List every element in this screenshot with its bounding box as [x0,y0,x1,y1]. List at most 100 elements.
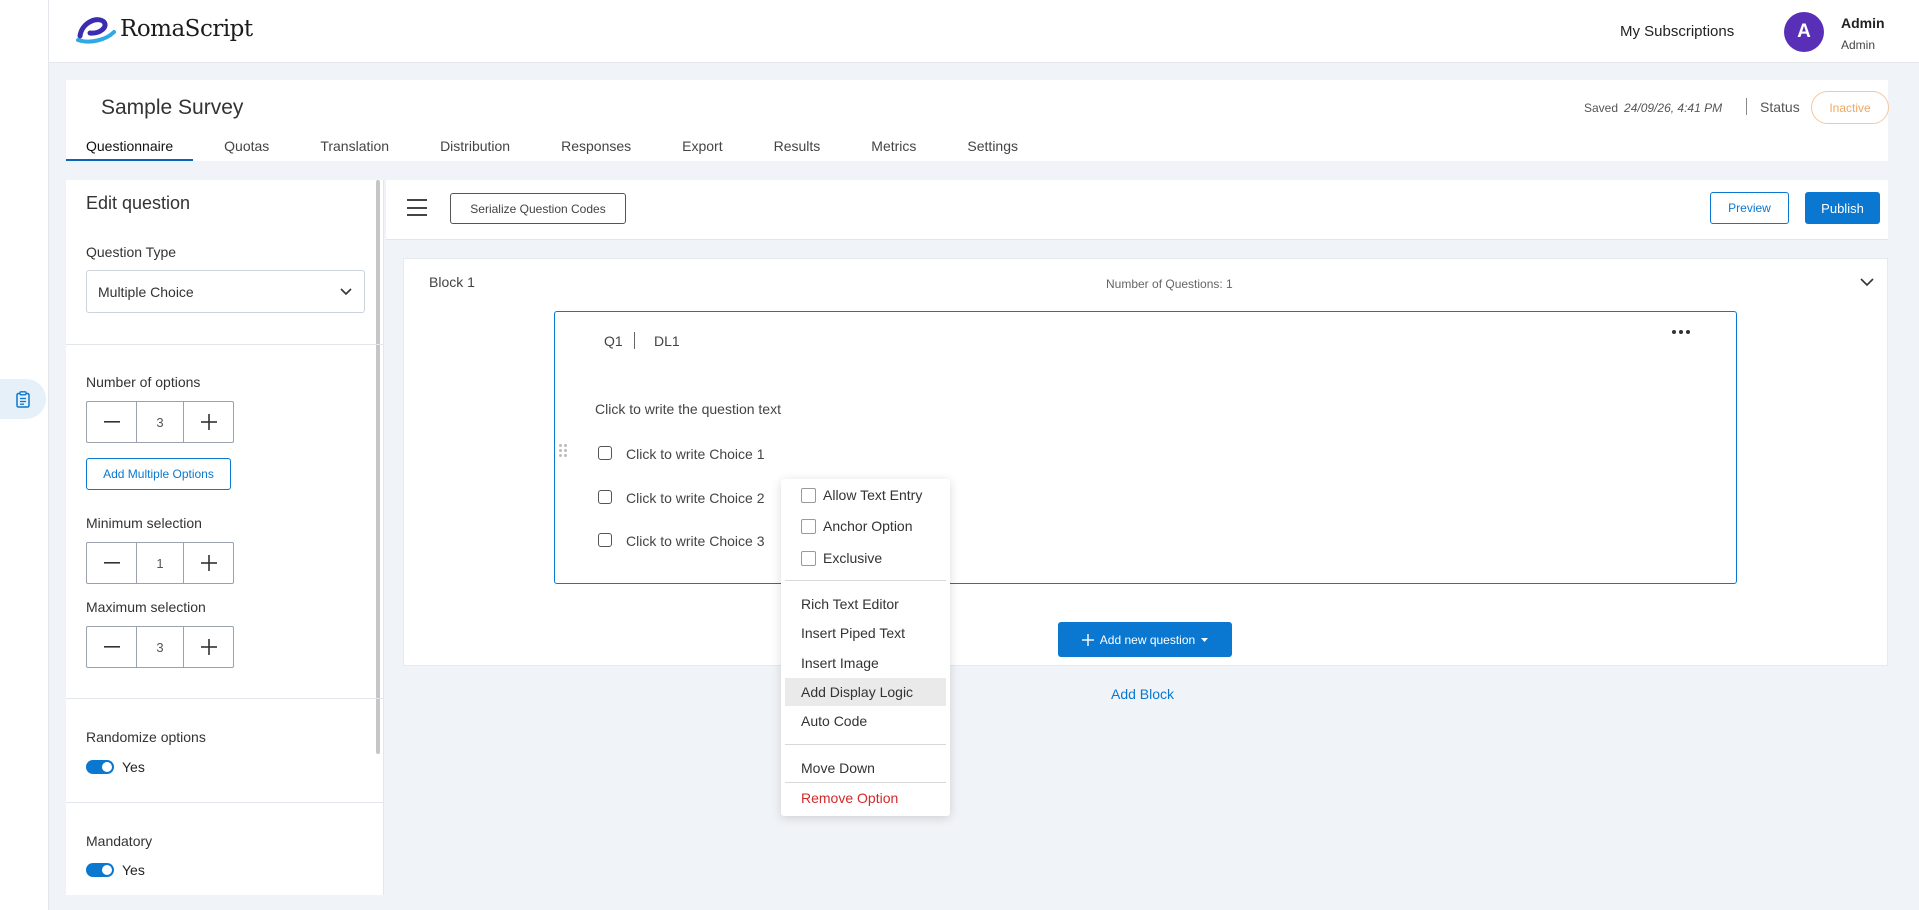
question-text[interactable]: Click to write the question text [595,401,781,417]
clipboard-icon [16,390,30,408]
minus-icon [103,421,120,423]
choice-checkbox[interactable] [598,533,612,547]
plus-icon [200,414,217,430]
question-type-select[interactable]: Multiple Choice [86,270,365,313]
saved-status: Saved 24/09/26, 4:41 PM [1584,101,1722,115]
choice-3[interactable]: Click to write Choice 3 [626,533,765,549]
drag-handle-icon[interactable] [559,444,567,457]
exclusive-label[interactable]: Exclusive [823,550,882,566]
tab-results[interactable]: Results [743,134,841,161]
saved-time: 24/09/26, 4:41 PM [1624,101,1723,115]
menu-divider [785,782,946,783]
choice-2[interactable]: Click to write Choice 2 [626,490,765,506]
minus-icon [103,562,120,564]
saved-label: Saved [1584,101,1619,115]
logo-text: RomaScript [120,16,253,42]
question-type-value: Multiple Choice [98,283,194,300]
questionnaire-rail-button[interactable] [0,379,46,419]
allow-text-entry-checkbox[interactable] [801,488,816,503]
status-badge[interactable]: Inactive [1811,91,1889,124]
mandatory-value: Yes [122,862,145,878]
num-options-value[interactable]: 3 [136,402,184,442]
my-subscriptions-link[interactable]: My Subscriptions [1620,23,1734,40]
logo[interactable]: RomaScript [76,14,253,44]
menu-item-add-display-logic[interactable]: Add Display Logic [801,684,913,700]
tab-questionnaire[interactable]: Questionnaire [66,134,194,161]
randomize-toggle[interactable] [86,760,114,774]
divider [1746,98,1747,115]
serialize-question-codes-button[interactable]: Serialize Question Codes [450,193,626,224]
chevron-down-icon [1860,278,1874,287]
publish-button[interactable]: Publish [1805,192,1880,224]
menu-item-auto-code[interactable]: Auto Code [801,713,867,729]
question-id[interactable]: Q1 [604,333,623,349]
menu-icon[interactable] [407,199,427,216]
minus-icon [103,646,120,648]
decrement-button[interactable] [87,543,136,583]
mandatory-label: Mandatory [86,833,153,849]
exclusive-checkbox[interactable] [801,551,816,566]
anchor-option-checkbox[interactable] [801,519,816,534]
menu-divider [785,744,946,745]
choice-1[interactable]: Click to write Choice 1 [626,446,765,462]
divider [634,332,635,349]
num-options-stepper: 3 [86,401,234,443]
divider [66,802,384,803]
increment-button[interactable] [184,543,233,583]
tab-export[interactable]: Export [651,134,742,161]
tab-translation[interactable]: Translation [289,134,409,161]
choice-checkbox[interactable] [598,446,612,460]
mandatory-toggle[interactable] [86,863,114,877]
min-selection-stepper: 1 [86,542,234,584]
menu-item-remove-option[interactable]: Remove Option [801,790,898,806]
add-multiple-options-button[interactable]: Add Multiple Options [86,458,231,490]
increment-button[interactable] [184,402,233,442]
menu-item-insert-image[interactable]: Insert Image [801,655,879,671]
increment-button[interactable] [184,627,233,667]
avatar[interactable]: A [1784,12,1824,52]
tab-responses[interactable]: Responses [530,134,651,161]
tab-metrics[interactable]: Metrics [840,134,936,161]
max-selection-stepper: 3 [86,626,234,668]
menu-item-rich-text-editor[interactable]: Rich Text Editor [801,596,899,612]
plus-icon [200,639,217,655]
min-selection-value[interactable]: 1 [136,543,184,583]
add-new-question-button[interactable]: Add new question [1058,622,1232,657]
user-name: Admin [1841,15,1885,31]
status-label: Status [1760,99,1800,115]
max-selection-label: Maximum selection [86,599,206,615]
more-options-icon[interactable] [1672,330,1690,334]
allow-text-entry-label[interactable]: Allow Text Entry [823,487,922,503]
user-role: Admin [1841,38,1876,52]
choice-checkbox[interactable] [598,490,612,504]
decrement-button[interactable] [87,402,136,442]
divider [66,698,384,699]
survey-tabs: Questionnaire Quotas Translation Distrib… [66,134,1038,161]
add-new-question-label: Add new question [1099,632,1196,647]
num-options-label: Number of options [86,374,201,390]
tab-settings[interactable]: Settings [936,134,1038,161]
tab-distribution[interactable]: Distribution [409,134,530,161]
tab-quotas[interactable]: Quotas [193,134,289,161]
menu-divider [785,580,946,581]
anchor-option-label[interactable]: Anchor Option [823,518,913,534]
max-selection-value[interactable]: 3 [136,627,184,667]
chevron-down-icon [340,287,352,295]
panel-scrollbar[interactable] [376,180,380,754]
add-block-link[interactable]: Add Block [1111,686,1174,702]
survey-title: Sample Survey [101,96,244,119]
left-rail [0,0,49,910]
decrement-button[interactable] [87,627,136,667]
preview-button[interactable]: Preview [1710,192,1789,224]
plus-icon [200,555,217,571]
divider [66,344,384,345]
plus-icon [1081,633,1094,646]
question-code[interactable]: DL1 [654,333,680,349]
menu-item-insert-piped-text[interactable]: Insert Piped Text [801,625,905,641]
block-name[interactable]: Block 1 [429,274,475,290]
collapse-block-button[interactable] [1860,274,1874,290]
question-type-label: Question Type [86,244,177,260]
menu-item-move-down[interactable]: Move Down [801,760,875,776]
panel-title: Edit question [86,193,191,213]
question-count: Number of Questions: 1 [1106,277,1233,291]
